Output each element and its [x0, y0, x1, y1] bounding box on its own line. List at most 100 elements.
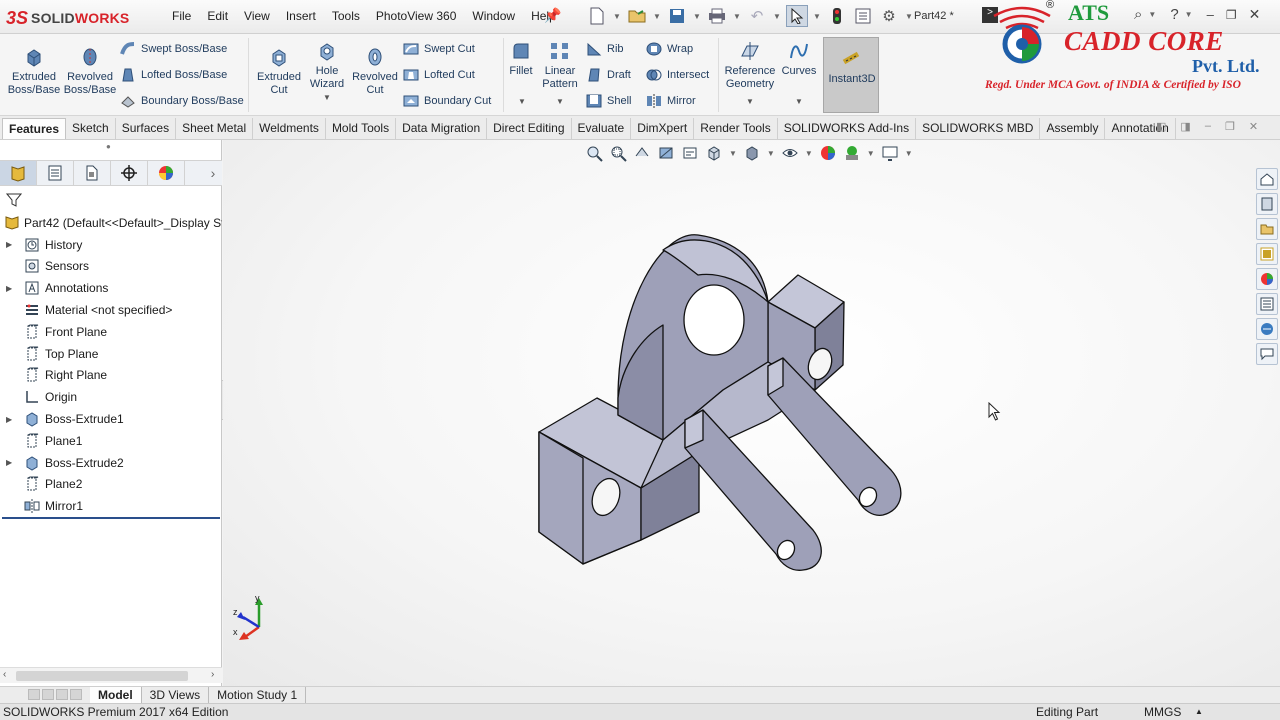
tab-assembly[interactable]: Assembly: [1040, 118, 1106, 139]
doc-close-icon[interactable]: ✕: [1249, 120, 1258, 133]
scroll-left-icon[interactable]: ‹: [3, 669, 6, 680]
tab-mold-tools[interactable]: Mold Tools: [326, 118, 397, 139]
revolved-cut-button[interactable]: Revolved Cut: [350, 46, 400, 96]
file-properties-icon[interactable]: [852, 5, 874, 27]
print-icon[interactable]: [706, 5, 728, 27]
undo-dropdown-icon[interactable]: ▼: [772, 5, 782, 27]
tree-item-front-plane[interactable]: Front Plane: [0, 321, 222, 343]
tab-3d-views[interactable]: 3D Views: [142, 687, 210, 703]
hole-wizard-button[interactable]: Hole Wizard ▼: [304, 40, 350, 105]
tree-item-boss-extrude2[interactable]: ▶ Boss-Extrude2: [0, 452, 222, 474]
tile-right-icon[interactable]: ◨: [1180, 120, 1190, 133]
tab-sketch[interactable]: Sketch: [66, 118, 116, 139]
tab-data-migration[interactable]: Data Migration: [396, 118, 488, 139]
instant3d-toggle[interactable]: Instant3D: [823, 37, 879, 113]
boundary-boss-button[interactable]: Boundary Boss/Base: [120, 93, 244, 109]
undo-icon[interactable]: ↶: [746, 5, 768, 27]
tab-motion-study[interactable]: Motion Study 1: [209, 687, 307, 703]
view-palette-icon[interactable]: [1256, 243, 1278, 265]
unit-system-dropdown-icon[interactable]: ▲: [1195, 707, 1203, 716]
save-dropdown-icon[interactable]: ▼: [692, 5, 702, 27]
reference-geometry-button[interactable]: Reference Geometry: [722, 40, 778, 90]
select-cursor-icon[interactable]: [786, 5, 808, 27]
scroll-right-icon[interactable]: ›: [211, 669, 214, 680]
display-manager-tab-icon[interactable]: [148, 161, 185, 185]
traffic-light-icon[interactable]: [826, 5, 848, 27]
solidworks-logo[interactable]: 3S SOLIDWORKS: [6, 6, 129, 30]
rollback-bar[interactable]: [2, 517, 220, 519]
wrap-button[interactable]: Wrap: [646, 41, 693, 57]
extruded-boss-button[interactable]: Extruded Boss/Base: [8, 46, 60, 96]
menu-tools[interactable]: Tools: [324, 9, 368, 23]
tree-root-part[interactable]: Part42 (Default<<Default>_Display Stat: [0, 212, 222, 234]
curves-button[interactable]: Curves: [780, 40, 818, 78]
draft-button[interactable]: Draft: [586, 67, 631, 83]
extruded-cut-button[interactable]: Extruded Cut: [254, 46, 304, 96]
appearances-icon[interactable]: [1256, 268, 1278, 290]
select-dropdown-icon[interactable]: ▼: [812, 5, 822, 27]
hole-wizard-dropdown-icon[interactable]: ▼: [323, 92, 331, 105]
pin-menu-icon[interactable]: 📌: [544, 7, 561, 24]
tab-evaluate[interactable]: Evaluate: [572, 118, 632, 139]
swept-cut-button[interactable]: Swept Cut: [403, 41, 475, 57]
feature-manager-tab-icon[interactable]: [0, 161, 37, 185]
tab-prev-icon[interactable]: [42, 689, 54, 700]
tab-features[interactable]: Features: [2, 118, 67, 139]
rib-button[interactable]: Rib: [586, 41, 624, 57]
linear-pattern-button[interactable]: Linear Pattern: [540, 40, 580, 90]
open-folder-icon[interactable]: [626, 5, 648, 27]
pattern-dropdown-icon[interactable]: ▼: [556, 97, 564, 106]
tab-last-icon[interactable]: [70, 689, 82, 700]
save-icon[interactable]: [666, 5, 688, 27]
manager-tabs-more-icon[interactable]: ›: [204, 161, 222, 185]
print-dropdown-icon[interactable]: ▼: [732, 5, 742, 27]
file-explorer-icon[interactable]: [1256, 218, 1278, 240]
tab-weldments[interactable]: Weldments: [253, 118, 326, 139]
lofted-cut-button[interactable]: Lofted Cut: [403, 67, 475, 83]
shell-button[interactable]: Shell: [586, 93, 631, 109]
tree-item-material-not-specified[interactable]: Material <not specified>: [0, 299, 222, 321]
intersect-button[interactable]: Intersect: [646, 67, 709, 83]
tree-item-sensors[interactable]: Sensors: [0, 256, 222, 278]
filter-icon[interactable]: [5, 192, 23, 211]
lofted-boss-button[interactable]: Lofted Boss/Base: [120, 67, 227, 83]
property-manager-tab-icon[interactable]: [37, 161, 74, 185]
part-model[interactable]: [223, 140, 1280, 686]
dimxpert-manager-tab-icon[interactable]: [111, 161, 148, 185]
tree-item-plane1[interactable]: Plane1: [0, 430, 222, 452]
custom-properties-icon[interactable]: [1256, 293, 1278, 315]
tree-item-annotations[interactable]: ▶ Annotations: [0, 277, 222, 299]
tab-solidworks-add-ins[interactable]: SOLIDWORKS Add-Ins: [778, 118, 917, 139]
menu-view[interactable]: View: [236, 9, 278, 23]
menu-photoview[interactable]: PhotoView 360: [368, 9, 465, 23]
menu-file[interactable]: File: [164, 9, 199, 23]
graphics-area[interactable]: ▼ ▼ ▼ ▼ ▼ z y x: [223, 140, 1280, 686]
scroll-thumb[interactable]: [16, 671, 188, 681]
lug-hole[interactable]: [683, 284, 745, 356]
new-document-icon[interactable]: [586, 5, 608, 27]
tab-first-icon[interactable]: [28, 689, 40, 700]
doc-restore-icon[interactable]: ❐: [1225, 120, 1235, 133]
horizontal-scrollbar[interactable]: ‹ ›: [0, 667, 222, 683]
options-dropdown-icon[interactable]: ▼: [904, 5, 914, 27]
tree-item-plane2[interactable]: Plane2: [0, 474, 222, 496]
design-library-icon[interactable]: [1256, 193, 1278, 215]
tab-next-icon[interactable]: [56, 689, 68, 700]
tile-left-icon[interactable]: ◧: [1156, 120, 1166, 133]
open-dropdown-icon[interactable]: ▼: [652, 5, 662, 27]
tab-direct-editing[interactable]: Direct Editing: [487, 118, 572, 139]
tab-surfaces[interactable]: Surfaces: [116, 118, 177, 139]
solidworks-forum-icon[interactable]: [1256, 318, 1278, 340]
curves-dropdown-icon[interactable]: ▼: [795, 97, 803, 106]
tree-item-boss-extrude1[interactable]: ▶ Boss-Extrude1: [0, 408, 222, 430]
tree-item-history[interactable]: ▶ History: [0, 234, 222, 256]
menu-window[interactable]: Window: [464, 9, 523, 23]
expand-arrow-icon[interactable]: ▶: [6, 284, 14, 293]
unit-system[interactable]: MMGS: [1144, 705, 1181, 719]
tab-render-tools[interactable]: Render Tools: [694, 118, 778, 139]
configuration-manager-tab-icon[interactable]: [74, 161, 111, 185]
reference-dropdown-icon[interactable]: ▼: [746, 97, 754, 106]
expand-arrow-icon[interactable]: ▶: [6, 240, 14, 249]
panel-grip-icon[interactable]: ●: [106, 142, 111, 151]
tab-sheet-metal[interactable]: Sheet Metal: [176, 118, 254, 139]
